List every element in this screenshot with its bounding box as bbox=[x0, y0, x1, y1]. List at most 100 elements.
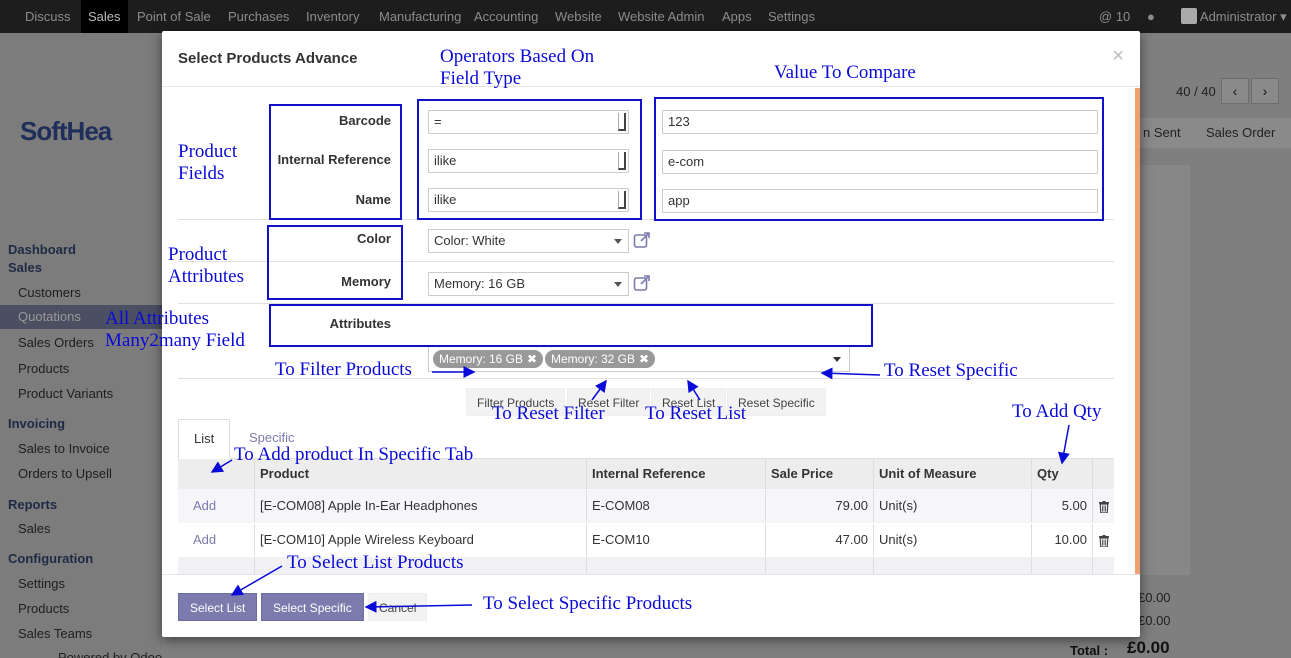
empty-cell bbox=[766, 557, 874, 574]
nav-apps[interactable]: Apps bbox=[715, 0, 759, 33]
user-menu[interactable]: Administrator ▾ bbox=[1174, 0, 1291, 33]
add-product-link[interactable]: Add bbox=[178, 490, 255, 522]
column-header-unit-of-measure[interactable]: Unit of Measure bbox=[874, 459, 1032, 489]
stage-sales-order[interactable]: Sales Order bbox=[1190, 118, 1291, 148]
nav-website-admin[interactable]: Website Admin bbox=[611, 0, 711, 33]
remove-tag-icon[interactable]: ✖ bbox=[639, 352, 649, 366]
dialog-scrollbar[interactable] bbox=[1135, 88, 1140, 574]
sidebar-item-sales-to-invoice[interactable]: Sales to Invoice bbox=[18, 441, 110, 456]
qty-cell[interactable]: 5.00 bbox=[1032, 490, 1093, 522]
pager-next-button[interactable]: › bbox=[1251, 78, 1279, 104]
notifications-count: 10 bbox=[1115, 9, 1131, 24]
annotation-box-attributes bbox=[267, 225, 403, 300]
chevron-down-icon: ▾ bbox=[1280, 9, 1287, 24]
sidebar-item-product-variants[interactable]: Product Variants bbox=[18, 386, 113, 401]
annotation-all-attributes-line2: Many2many Field bbox=[105, 330, 245, 351]
table-row: Add [E-COM08] Apple In-Ear Headphones E-… bbox=[178, 489, 1114, 523]
empty-cell bbox=[178, 557, 255, 574]
annotation-product-fields-line2: Fields bbox=[178, 163, 225, 184]
chat-icon[interactable]: ● bbox=[1140, 0, 1162, 33]
internal-reference-cell: E-COM10 bbox=[587, 524, 766, 556]
attribute-tag[interactable]: Memory: 16 GB ✖ bbox=[433, 350, 544, 368]
sidebar-item-config-products[interactable]: Products bbox=[18, 601, 69, 616]
sidebar-item-reports-sales[interactable]: Sales bbox=[18, 521, 51, 536]
dialog-title: Select Products Advance bbox=[178, 50, 358, 67]
annotation-operators-line1: Operators Based On bbox=[440, 46, 595, 67]
sidebar-item-settings[interactable]: Settings bbox=[18, 576, 65, 591]
memory-select[interactable]: Memory: 16 GB bbox=[428, 272, 629, 296]
chevron-down-icon[interactable] bbox=[833, 357, 841, 362]
qty-cell[interactable]: 10.00 bbox=[1032, 524, 1093, 556]
annotation-box-many2many bbox=[269, 304, 873, 347]
color-select[interactable]: Color: White bbox=[428, 229, 629, 253]
column-header-qty[interactable]: Qty bbox=[1032, 459, 1093, 489]
pager-prev-button[interactable]: ‹ bbox=[1221, 78, 1249, 104]
close-icon[interactable]: × bbox=[1112, 45, 1124, 68]
sale-price-cell: 79.00 bbox=[766, 490, 874, 522]
annotation-product-fields-line1: Product bbox=[178, 141, 238, 162]
remove-tag-icon[interactable]: ✖ bbox=[527, 352, 537, 366]
nav-point-of-sale[interactable]: Point of Sale bbox=[130, 0, 218, 33]
dialog-header: Select Products Advance × bbox=[162, 31, 1140, 87]
unit-of-measure-cell: Unit(s) bbox=[874, 490, 1032, 522]
sidebar-sales-heading: Sales bbox=[8, 260, 42, 275]
sidebar-item-customers[interactable]: Customers bbox=[18, 285, 81, 300]
nav-sales[interactable]: Sales bbox=[81, 0, 128, 33]
unit-of-measure-cell: Unit(s) bbox=[874, 524, 1032, 556]
scrollbar-thumb[interactable] bbox=[1135, 88, 1140, 574]
notifications[interactable]: @ 10 bbox=[1092, 0, 1137, 33]
sidebar-item-sales-orders[interactable]: Sales Orders bbox=[18, 335, 94, 350]
sale-price-cell: 47.00 bbox=[766, 524, 874, 556]
column-header-delete bbox=[1093, 459, 1114, 489]
annotation-to-select-specific: To Select Specific Products bbox=[483, 593, 693, 614]
column-header-sale-price[interactable]: Sale Price bbox=[766, 459, 874, 489]
external-link-icon[interactable] bbox=[633, 274, 651, 292]
annotation-box-product-fields bbox=[269, 104, 402, 220]
empty-cell bbox=[1032, 557, 1093, 574]
avatar bbox=[1181, 8, 1197, 24]
attribute-tag[interactable]: Memory: 32 GB ✖ bbox=[545, 350, 656, 368]
form-sheet bbox=[1140, 165, 1190, 575]
sidebar-item-products[interactable]: Products bbox=[18, 361, 69, 376]
cancel-button[interactable]: Cancel bbox=[368, 593, 428, 621]
annotation-box-values bbox=[654, 97, 1104, 221]
at-icon: @ bbox=[1099, 9, 1113, 24]
total-value: £0.00 bbox=[1127, 638, 1170, 657]
powered-by: Powered by Odoo bbox=[58, 650, 163, 658]
annotation-product-attributes-line2: Attributes bbox=[168, 266, 244, 287]
annotation-to-reset-specific: To Reset Specific bbox=[884, 360, 1018, 381]
select-list-button[interactable]: Select List bbox=[178, 593, 258, 621]
nav-settings[interactable]: Settings bbox=[761, 0, 822, 33]
tab-list[interactable]: List bbox=[178, 419, 231, 459]
empty-cell bbox=[874, 557, 1032, 574]
amount-untaxed: £0.00 bbox=[1138, 590, 1171, 605]
sidebar-reports: Reports bbox=[8, 497, 58, 512]
sidebar-invoicing: Invoicing bbox=[8, 416, 66, 431]
trash-icon[interactable] bbox=[1099, 535, 1109, 547]
pager-value: 40 / 40 bbox=[1176, 84, 1216, 99]
attributes-many2many-field[interactable]: Memory: 16 GB ✖ Memory: 32 GB ✖ bbox=[428, 345, 850, 372]
nav-purchases[interactable]: Purchases bbox=[221, 0, 296, 33]
nav-website[interactable]: Website bbox=[548, 0, 609, 33]
add-product-link[interactable]: Add bbox=[178, 524, 255, 556]
sidebar-item-orders-to-upsell[interactable]: Orders to Upsell bbox=[18, 466, 112, 481]
user-name: Administrator bbox=[1199, 9, 1277, 24]
external-link-icon[interactable] bbox=[633, 231, 651, 249]
nav-manufacturing[interactable]: Manufacturing bbox=[372, 0, 468, 33]
sidebar-item-sales-teams[interactable]: Sales Teams bbox=[18, 626, 92, 641]
nav-discuss[interactable]: Discuss bbox=[18, 0, 78, 33]
select-specific-button[interactable]: Select Specific bbox=[261, 593, 364, 621]
trash-icon[interactable] bbox=[1099, 501, 1109, 513]
annotation-box-operators bbox=[417, 99, 642, 220]
amount-taxes: £0.00 bbox=[1138, 613, 1171, 628]
nav-accounting[interactable]: Accounting bbox=[467, 0, 545, 33]
annotation-operators-line2: Field Type bbox=[440, 68, 522, 89]
sidebar-configuration: Configuration bbox=[8, 551, 94, 566]
annotation-to-filter: To Filter Products bbox=[275, 359, 412, 380]
annotation-to-reset-list: To Reset List bbox=[645, 403, 747, 424]
nav-inventory[interactable]: Inventory bbox=[299, 0, 366, 33]
annotation-to-add-qty: To Add Qty bbox=[1012, 401, 1102, 422]
column-header-internal-reference[interactable]: Internal Reference bbox=[587, 459, 766, 489]
annotation-to-add-product: To Add product In Specific Tab bbox=[234, 444, 474, 465]
annotation-value-compare: Value To Compare bbox=[774, 62, 916, 83]
